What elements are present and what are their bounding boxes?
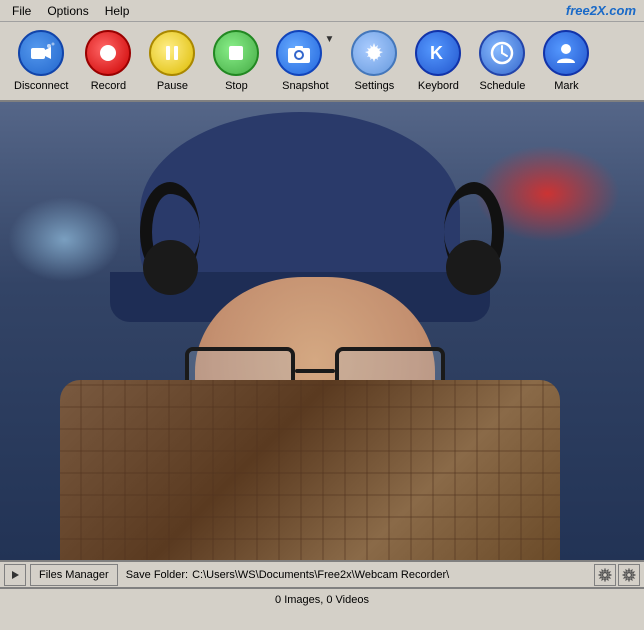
info-text: 0 Images, 0 Videos [275, 594, 369, 606]
keyboard-label: Keybord [418, 80, 459, 92]
gear-buttons [594, 564, 640, 586]
schedule-icon [479, 30, 525, 76]
record-icon [85, 30, 131, 76]
headphone-pad-right [446, 240, 501, 295]
menu-options[interactable]: Options [39, 2, 96, 20]
mark-button[interactable]: Mark [536, 26, 596, 96]
svg-text:K: K [430, 43, 443, 63]
settings-button[interactable]: Settings [344, 26, 404, 96]
settings-icon [351, 30, 397, 76]
dropdown-arrow-icon[interactable]: ▼ [324, 34, 334, 45]
play-button[interactable] [4, 564, 26, 586]
record-label: Record [91, 80, 126, 92]
gear-button-1[interactable] [594, 564, 616, 586]
pause-button[interactable]: Pause [142, 26, 202, 96]
record-button[interactable]: Record [78, 26, 138, 96]
menu-file[interactable]: File [4, 2, 39, 20]
disconnect-icon [18, 30, 64, 76]
toolbar: Disconnect Record Pause Stop [0, 22, 644, 102]
video-area [0, 102, 644, 560]
menu-help[interactable]: Help [97, 2, 138, 20]
pause-icon [149, 30, 195, 76]
snapshot-label: Snapshot [282, 80, 328, 92]
keyboard-icon: K [415, 30, 461, 76]
glasses-bridge [295, 369, 335, 373]
snapshot-button[interactable]: ▼ Snapshot [270, 26, 340, 96]
disconnect-button[interactable]: Disconnect [8, 26, 74, 96]
mark-icon [543, 30, 589, 76]
settings-label: Settings [355, 80, 395, 92]
files-manager-button[interactable]: Files Manager [30, 564, 118, 586]
gear-button-2[interactable] [618, 564, 640, 586]
save-folder-label: Save Folder: [126, 569, 188, 581]
info-bar: 0 Images, 0 Videos [0, 588, 644, 610]
keyboard-button[interactable]: K Keybord [408, 26, 468, 96]
status-bar: Files Manager Save Folder: C:\Users\WS\D… [0, 560, 644, 588]
snapshot-icon [276, 30, 322, 76]
stop-label: Stop [225, 80, 248, 92]
stop-icon [213, 30, 259, 76]
video-feed [0, 102, 644, 560]
headphone-pad-left [143, 240, 198, 295]
shirt-decoration [60, 380, 560, 560]
branding-label: free2X.com [566, 3, 636, 18]
save-folder-path: C:\Users\WS\Documents\Free2x\Webcam Reco… [192, 569, 449, 581]
schedule-button[interactable]: Schedule [472, 26, 532, 96]
pause-label: Pause [157, 80, 188, 92]
stop-button[interactable]: Stop [206, 26, 266, 96]
files-manager-label: Files Manager [39, 569, 109, 581]
disconnect-label: Disconnect [14, 80, 68, 92]
mark-label: Mark [554, 80, 578, 92]
menu-bar: File Options Help free2X.com [0, 0, 644, 22]
schedule-label: Schedule [479, 80, 525, 92]
